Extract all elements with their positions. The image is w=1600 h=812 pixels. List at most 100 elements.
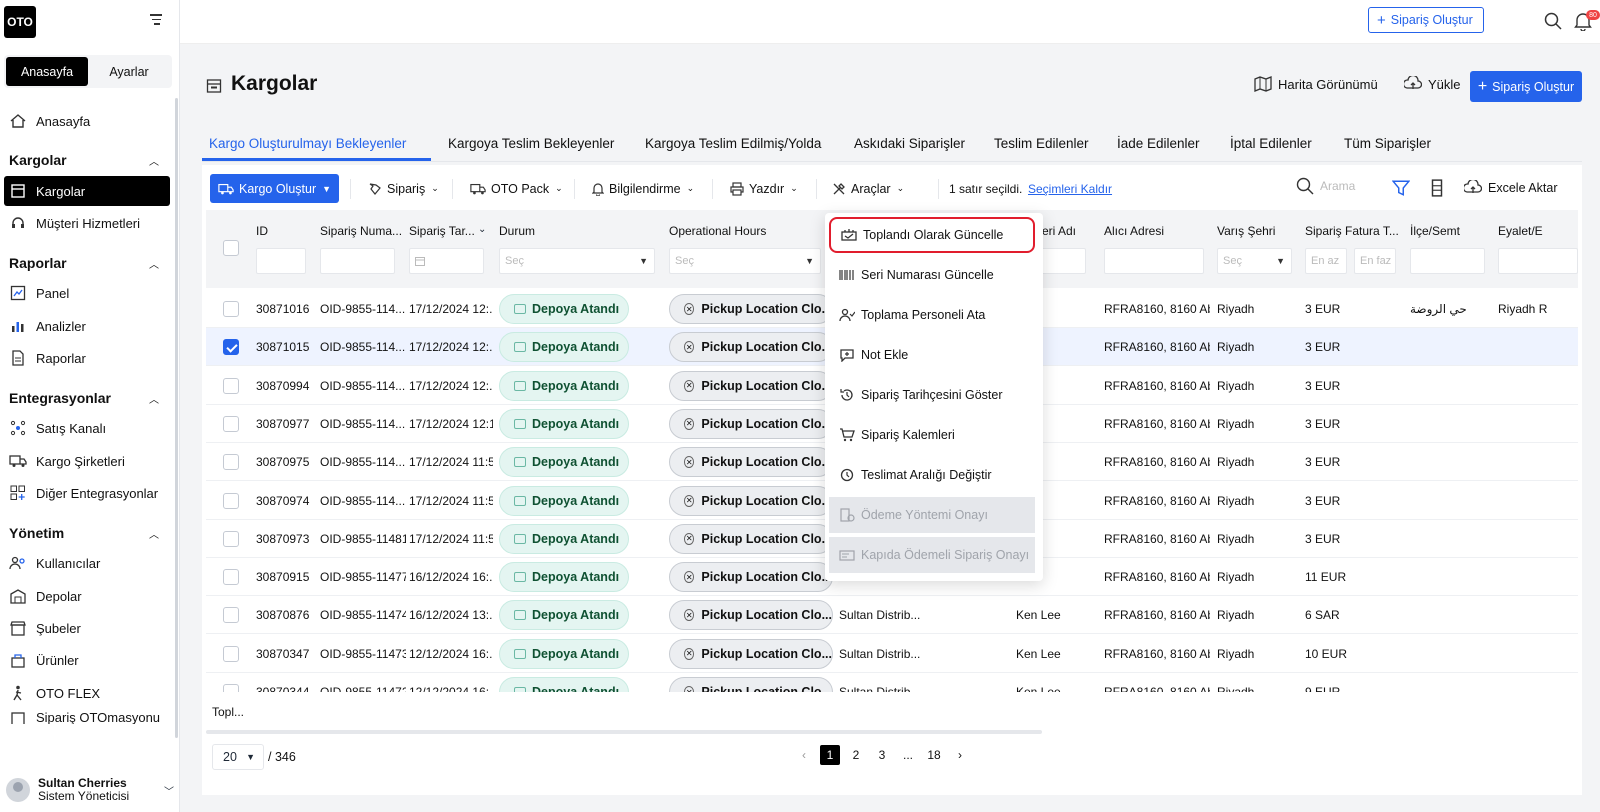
column-header-id[interactable]: ID [256,224,268,238]
page-3[interactable]: 3 [872,745,892,765]
tab-all-orders[interactable]: Tüm Siparişler [1344,136,1431,151]
sidebar-item-kargolar[interactable]: Kargolar [4,176,170,206]
section-integrations[interactable]: Entegrasyonlar ︿ [9,390,159,406]
tab-in-transit[interactable]: Kargoya Teslim Edilmiş/Yolda [645,136,821,151]
cell-order-no[interactable]: OID-9855-114... [320,494,406,508]
cell-order-no[interactable]: OID-9855-114... [320,379,406,393]
filter-date-input[interactable] [409,248,484,274]
table-row[interactable]: 30870344 OID-9855-11472 12/12/2024 16:... D… [206,673,1578,692]
menu-item-assign-picker[interactable]: Toplama Personeli Ata [829,297,1035,333]
tab-awaiting-shipment[interactable]: Kargo Oluşturulmayı Bekleyenler [209,136,406,151]
column-header-order-date[interactable]: Sipariş Tar... [409,224,479,238]
segment-home[interactable]: Anasayfa [6,57,88,86]
section-management[interactable]: Yönetim ︿ [9,525,159,541]
create-order-button[interactable]: + Sipariş Oluştur [1470,71,1582,102]
row-checkbox[interactable] [223,492,239,509]
table-row[interactable]: 30870876 OID-9855-11474 16/12/2024 13:... D… [206,596,1578,635]
cell-order-no[interactable]: OID-9855-11472 [320,685,406,692]
cell-order-no[interactable]: OID-9855-11481 [320,532,406,546]
row-checkbox[interactable] [223,454,239,471]
search-field[interactable]: Arama [1296,177,1355,195]
tab-returned[interactable]: İade Edilenler [1117,136,1200,151]
filter-state-input[interactable] [1498,248,1578,274]
cell-order-no[interactable]: OID-9855-114... [320,340,406,354]
sidebar-item-warehouses[interactable]: Depolar [4,581,170,611]
column-header-city[interactable]: Varış Şehri [1217,224,1275,238]
filter-hours-select[interactable]: Seç ▼ [669,248,821,274]
row-checkbox[interactable] [223,415,239,432]
oto-pack-button[interactable]: OTO Pack ⌄ [466,174,567,203]
notification-menu-button[interactable]: Bilgilendirme ⌄ [588,174,698,203]
prev-page-icon[interactable]: ‹ [794,745,814,765]
sidebar-item-carriers[interactable]: Kargo Şirketleri [4,446,170,476]
column-header-order-no[interactable]: Sipariş Numa... [320,224,405,238]
cell-order-no[interactable]: OID-9855-11473 [320,647,406,661]
search-icon[interactable] [1544,12,1562,30]
oto-logo[interactable]: OTO [4,6,36,38]
menu-item-order-history[interactable]: Sipariş Tarihçesini Göster [829,377,1035,413]
sidebar-item-other-integrations[interactable]: Diğer Entegrasyonlar [4,478,170,508]
table-row[interactable]: 30870347 OID-9855-11473 12/12/2024 16:... D… [206,634,1578,673]
tab-cancelled[interactable]: İptal Edilenler [1230,136,1312,151]
upload-button[interactable]: Yükle [1404,76,1461,92]
section-kargolar[interactable]: Kargolar ︿ [9,152,159,168]
segment-settings[interactable]: Ayarlar [88,57,170,86]
filter-invoice-min[interactable]: En az [1305,248,1347,274]
column-header-status[interactable]: Durum [499,224,535,238]
section-raporlar[interactable]: Raporlar ︿ [9,255,159,271]
filter-status-select[interactable]: Seç ▼ [499,248,655,274]
horizontal-scrollbar[interactable] [206,730,1042,734]
filter-icon[interactable] [1392,179,1410,197]
column-header-district[interactable]: İlçe/Semt [1410,224,1460,238]
sidebar-item-branches[interactable]: Şubeler [4,613,170,643]
row-checkbox[interactable] [223,530,239,547]
menu-item-add-note[interactable]: Not Ekle [829,337,1035,373]
user-menu[interactable]: Sultan Cherries Sistem Yöneticisi ﹀ [6,772,174,808]
next-page-icon[interactable]: › [950,745,970,765]
print-menu-button[interactable]: Yazdır ⌄ [726,174,802,203]
filter-address-input[interactable] [1104,248,1204,274]
top-create-order-button[interactable]: + Sipariş Oluştur [1368,7,1484,33]
filter-recipient-input[interactable] [1036,248,1086,274]
column-header-address[interactable]: Alıcı Adresi [1104,224,1164,238]
menu-item-mark-picked[interactable]: Toplandı Olarak Güncelle [829,217,1035,253]
cell-order-no[interactable]: OID-9855-114... [320,302,406,316]
tab-delivered[interactable]: Teslim Edilenler [994,136,1089,151]
sidebar-item-products[interactable]: Ürünler [4,645,170,675]
sidebar-item-panel[interactable]: Panel [4,278,170,308]
cell-order-no[interactable]: OID-9855-114... [320,455,406,469]
filter-id-input[interactable] [256,248,306,274]
sidebar-scrollbar[interactable] [175,98,178,738]
menu-item-change-delivery-slot[interactable]: Teslimat Aralığı Değiştir [829,457,1035,493]
page-size-select[interactable]: 20 ▼ [212,744,264,770]
row-checkbox[interactable] [223,301,239,317]
filter-district-input[interactable] [1410,248,1485,274]
create-shipment-button[interactable]: Kargo Oluştur ▼ [210,174,340,203]
row-checkbox[interactable] [223,684,239,692]
filter-city-select[interactable]: Seç ▼ [1217,248,1292,274]
menu-toggle-icon[interactable] [150,14,164,26]
columns-icon[interactable] [1428,179,1446,197]
row-checkbox[interactable] [223,645,239,662]
cell-order-no[interactable]: OID-9855-114... [320,417,406,431]
clear-selection-link[interactable]: Seçimleri Kaldır [1028,182,1112,196]
menu-item-update-serial[interactable]: Seri Numarası Güncelle [829,257,1035,293]
row-checkbox[interactable] [223,377,239,394]
filter-invoice-max[interactable]: En faz [1354,248,1396,274]
row-checkbox[interactable] [223,339,239,356]
row-checkbox[interactable] [223,569,239,586]
sidebar-item-oto-flex[interactable]: OTO FLEX [4,678,170,708]
filter-order-no-input[interactable] [320,248,395,274]
sidebar-item-order-automation[interactable]: Sipariş OTOmasyonu [4,710,170,724]
map-view-button[interactable]: Harita Görünümü [1254,76,1378,92]
sidebar-item-sales-channel[interactable]: Satış Kanalı [4,413,170,443]
page-18[interactable]: 18 [924,745,944,765]
page-2[interactable]: 2 [846,745,866,765]
tools-menu-button[interactable]: Araçlar ⌄ [828,174,908,203]
order-menu-button[interactable]: Sipariş ⌄ [364,174,443,203]
column-header-invoice[interactable]: Sipariş Fatura T... [1305,224,1400,238]
page-1[interactable]: 1 [820,745,840,765]
sidebar-item-reports[interactable]: Raporlar [4,343,170,373]
tab-awaiting-handover[interactable]: Kargoya Teslim Bekleyenler [448,136,614,151]
column-header-state[interactable]: Eyalet/E [1498,224,1578,238]
